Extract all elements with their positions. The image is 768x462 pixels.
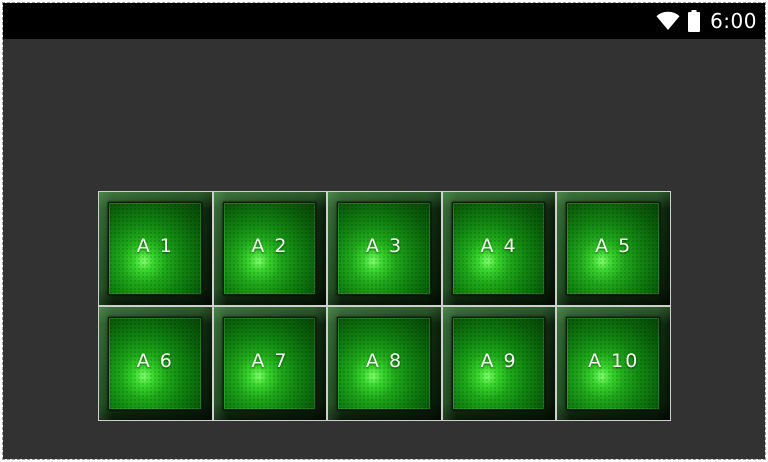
pad-a4[interactable]: A 4 [442,192,556,305]
pad-label: A 10 [588,350,640,372]
pad-a6[interactable]: A 6 [99,307,212,420]
status-icons: 6:00 [656,3,757,39]
pad-label: A 8 [365,350,404,372]
pad-label: A 7 [251,350,289,372]
pad-label: A 4 [480,235,518,257]
pad-label: A 5 [595,235,633,257]
pad-a3[interactable]: A 3 [328,192,441,305]
status-time: 6:00 [710,9,757,33]
pad-grid: A 1 A 2 A 3 A 4 A 5 A 6 A 7 A 8 A 9 A 10 [98,191,671,421]
pad-label: A 2 [251,235,289,257]
battery-icon [688,10,701,32]
status-bar: 6:00 [3,3,765,39]
pad-a9[interactable]: A 9 [442,307,556,420]
pad-a1[interactable]: A 1 [99,192,212,305]
pad-a2[interactable]: A 2 [213,192,327,305]
wifi-icon [656,11,680,31]
pad-a8[interactable]: A 8 [328,307,441,420]
pad-label: A 3 [365,235,404,257]
pad-a5[interactable]: A 5 [557,192,670,305]
pad-label: A 9 [480,350,518,372]
pad-a10[interactable]: A 10 [557,307,670,420]
pad-label: A 6 [136,350,174,372]
pad-a7[interactable]: A 7 [213,307,327,420]
pad-label: A 1 [136,235,174,257]
app-screen: 6:00 A 1 A 2 A 3 A 4 A 5 A 6 A 7 A 8 A 9… [2,2,766,460]
